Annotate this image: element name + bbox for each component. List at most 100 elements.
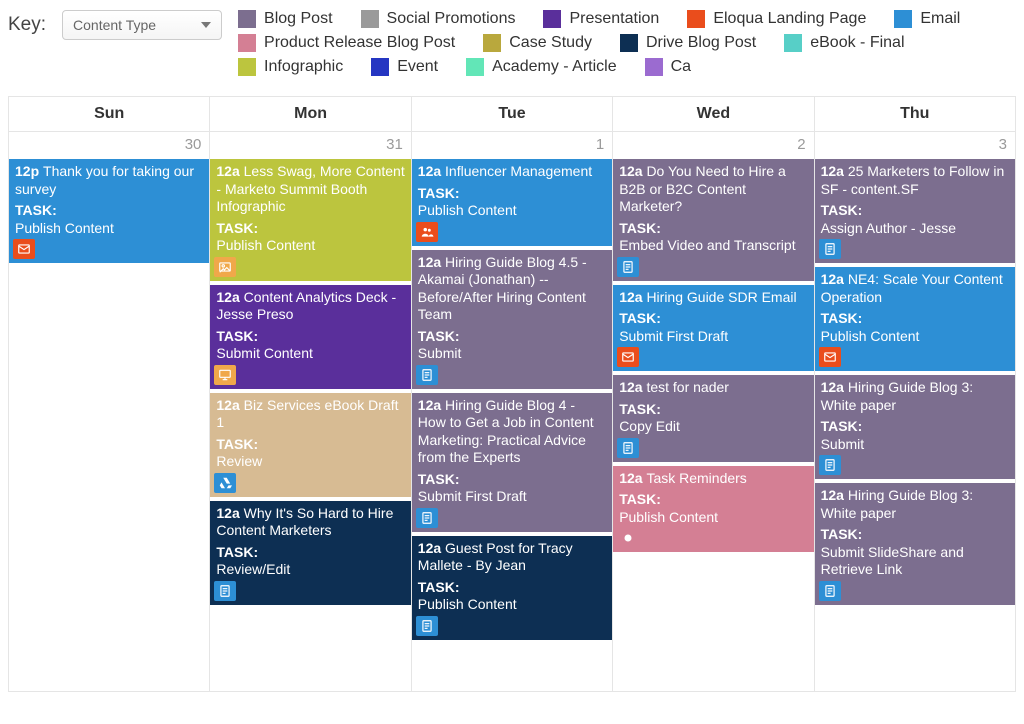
task-label: TASK: xyxy=(619,401,807,419)
swatch-icon xyxy=(620,34,638,52)
task-text: Submit SlideShare and Retrieve Link xyxy=(821,544,1009,579)
event-title: Less Swag, More Content - Marketo Summit… xyxy=(216,163,404,214)
calendar-event[interactable]: 12a Hiring Guide Blog 3: White paperTASK… xyxy=(815,483,1015,605)
legend-item-presentation[interactable]: Presentation xyxy=(543,10,659,28)
doc-icon xyxy=(819,239,841,259)
drive-icon xyxy=(214,473,236,493)
task-text: Publish Content xyxy=(821,328,1009,346)
legend-label: Academy - Article xyxy=(492,58,616,76)
calendar-event[interactable]: 12a Guest Post for Tracy Mallete - By Je… xyxy=(412,536,612,640)
mail-icon xyxy=(819,347,841,367)
task-text: Publish Content xyxy=(15,220,203,238)
day-number: 2 xyxy=(613,132,813,159)
task-text: Submit First Draft xyxy=(619,328,807,346)
event-time: 12a xyxy=(216,163,243,179)
calendar-event[interactable]: 12a Content Analytics Deck - Jesse Preso… xyxy=(210,285,410,389)
legend-item-extra[interactable]: Ca xyxy=(645,58,691,76)
legend-item-academy[interactable]: Academy - Article xyxy=(466,58,616,76)
calendar-event[interactable]: 12a Hiring Guide Blog 4 - How to Get a J… xyxy=(412,393,612,532)
calendar-event[interactable]: 12a Task RemindersTASK:Publish Content xyxy=(613,466,813,553)
legend-item-infographic[interactable]: Infographic xyxy=(238,58,343,76)
calendar-event[interactable]: 12a test for naderTASK:Copy Edit xyxy=(613,375,813,462)
event-title: Hiring Guide Blog 4 - How to Get a Job i… xyxy=(418,397,594,466)
day-cell: 3012p Thank you for taking our surveyTAS… xyxy=(9,132,210,692)
swatch-icon xyxy=(361,10,379,28)
event-time: 12a xyxy=(821,163,848,179)
event-time: 12a xyxy=(418,254,445,270)
swatch-icon xyxy=(894,10,912,28)
swatch-icon xyxy=(645,58,663,76)
legend-item-event[interactable]: Event xyxy=(371,58,438,76)
calendar-event[interactable]: 12a Do You Need to Hire a B2B or B2C Con… xyxy=(613,159,813,281)
event-time: 12a xyxy=(418,540,445,556)
calendar-event[interactable]: 12a Influencer ManagementTASK:Publish Co… xyxy=(412,159,612,246)
calendar-event[interactable]: 12a Hiring Guide Blog 4.5 - Akamai (Jona… xyxy=(412,250,612,389)
calendar-event[interactable]: 12a Why It's So Hard to Hire Content Mar… xyxy=(210,501,410,605)
legend-label: Presentation xyxy=(569,10,659,28)
mail-icon xyxy=(617,347,639,367)
calendar-event[interactable]: 12p Thank you for taking our surveyTASK:… xyxy=(9,159,209,263)
legend-label: Event xyxy=(397,58,438,76)
doc-icon xyxy=(819,455,841,475)
day-number: 31 xyxy=(210,132,410,159)
day-number: 30 xyxy=(9,132,209,159)
dot-icon xyxy=(617,528,639,548)
task-label: TASK: xyxy=(418,579,606,597)
doc-icon xyxy=(617,438,639,458)
calendar-event[interactable]: 12a Less Swag, More Content - Marketo Su… xyxy=(210,159,410,281)
legend-item-product_release[interactable]: Product Release Blog Post xyxy=(238,34,455,52)
legend-item-blog_post[interactable]: Blog Post xyxy=(238,10,332,28)
day-cell: 312a 25 Marketers to Follow in SF - cont… xyxy=(815,132,1016,692)
doc-icon xyxy=(617,257,639,277)
task-text: Review/Edit xyxy=(216,561,404,579)
task-label: TASK: xyxy=(821,526,1009,544)
task-text: Embed Video and Transcript xyxy=(619,237,807,255)
legend-item-social[interactable]: Social Promotions xyxy=(361,10,516,28)
doc-icon xyxy=(416,365,438,385)
day-cell: 3112a Less Swag, More Content - Marketo … xyxy=(210,132,411,692)
swatch-icon xyxy=(483,34,501,52)
legend-item-case_study[interactable]: Case Study xyxy=(483,34,592,52)
task-text: Publish Content xyxy=(418,596,606,614)
swatch-icon xyxy=(371,58,389,76)
task-text: Copy Edit xyxy=(619,418,807,436)
task-text: Submit First Draft xyxy=(418,488,606,506)
mail-icon xyxy=(13,239,35,259)
calendar-event[interactable]: 12a Hiring Guide Blog 3: White paperTASK… xyxy=(815,375,1015,479)
swatch-icon xyxy=(238,58,256,76)
event-time: 12a xyxy=(418,163,445,179)
legend-item-email[interactable]: Email xyxy=(894,10,960,28)
legend-label: Product Release Blog Post xyxy=(264,34,455,52)
event-time: 12a xyxy=(619,470,646,486)
calendar-event[interactable]: 12a Biz Services eBook Draft 1TASK:Revie… xyxy=(210,393,410,497)
event-time: 12a xyxy=(821,271,848,287)
swatch-icon xyxy=(238,34,256,52)
legend-item-eloqua[interactable]: Eloqua Landing Page xyxy=(687,10,866,28)
legend-item-ebook_final[interactable]: eBook - Final xyxy=(784,34,904,52)
task-label: TASK: xyxy=(619,491,807,509)
legend-label: Infographic xyxy=(264,58,343,76)
calendar-event[interactable]: 12a 25 Marketers to Follow in SF - conte… xyxy=(815,159,1015,263)
day-cell: 212a Do You Need to Hire a B2B or B2C Co… xyxy=(613,132,814,692)
legend-label: Social Promotions xyxy=(387,10,516,28)
event-time: 12a xyxy=(216,289,243,305)
day-header: Tue xyxy=(412,97,613,132)
task-label: TASK: xyxy=(418,328,606,346)
event-time: 12a xyxy=(216,505,243,521)
event-time: 12a xyxy=(821,379,848,395)
swatch-icon xyxy=(687,10,705,28)
content-type-select[interactable]: Content Type xyxy=(62,10,222,40)
calendar-event[interactable]: 12a NE4: Scale Your Content OperationTAS… xyxy=(815,267,1015,371)
doc-icon xyxy=(214,581,236,601)
event-time: 12p xyxy=(15,163,43,179)
image-icon xyxy=(214,257,236,277)
calendar-event[interactable]: 12a Hiring Guide SDR EmailTASK:Submit Fi… xyxy=(613,285,813,372)
legend-item-drive_blog[interactable]: Drive Blog Post xyxy=(620,34,756,52)
event-time: 12a xyxy=(619,289,646,305)
event-time: 12a xyxy=(821,487,848,503)
task-text: Submit xyxy=(821,436,1009,454)
day-header: Mon xyxy=(210,97,411,132)
content-type-selected: Content Type xyxy=(73,17,156,33)
doc-icon xyxy=(819,581,841,601)
task-text: Review xyxy=(216,453,404,471)
